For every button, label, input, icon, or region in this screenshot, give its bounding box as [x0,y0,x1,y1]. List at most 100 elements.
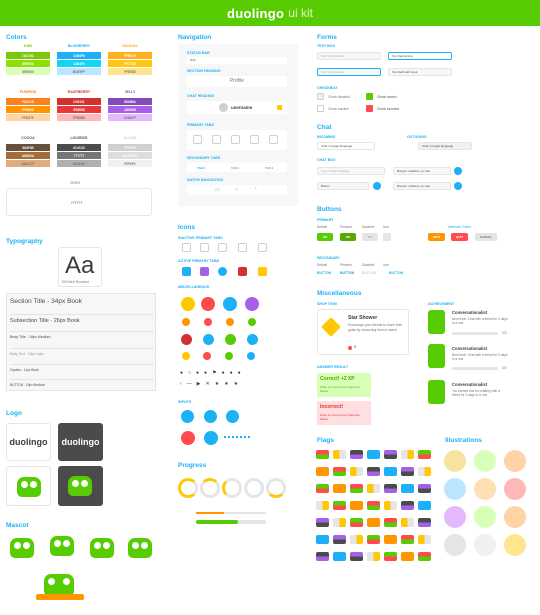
crown-icon [182,352,190,360]
color-swatch: D33131 [57,98,101,105]
flag-icon [418,501,431,510]
quit-button[interactable]: QUIT [451,233,468,241]
outgoing-label: OUTGOING [407,135,427,139]
folder-icon[interactable] [277,105,282,110]
alternate-label: Alternate Colors [448,225,471,229]
correct-text: Correct! +2 XP [320,376,355,382]
home-icon[interactable] [193,135,202,144]
store-icon[interactable] [250,135,259,144]
color-swatch: DEAC7F [6,160,50,167]
ok-button-default[interactable]: OK [317,233,333,241]
profile-icon-active [258,267,267,276]
mascot-banner [36,594,84,600]
logo-dark: duolingo [58,423,103,461]
flag-icon [316,501,329,510]
type-caption: Caption - 11px Book [10,364,154,372]
stop-record-icon[interactable] [181,431,195,445]
gem-badge-icon [223,297,237,311]
checkbox-correct[interactable] [366,93,373,100]
camera-icon[interactable] [204,410,217,423]
microphone-icon[interactable] [181,410,194,423]
chat-reply-input-2[interactable]: Bonjour madame, je vais [393,182,451,190]
color-swatch: FF9600 [6,106,50,113]
flag-icon [316,450,329,459]
progress-fill [196,512,224,514]
text-field-inactive[interactable]: Text field inactive [317,52,381,60]
send-icon[interactable] [454,182,462,190]
inputs-label: INPUTS [178,400,192,404]
secondary-button-disabled: BUTTON [362,271,377,275]
nav-menu-icon[interactable]: ▭ [215,187,220,193]
send-icon[interactable] [454,167,462,175]
chat-reply-input[interactable]: Bonjour madame, je vais [393,167,451,175]
tab-2[interactable]: TAB 2 [231,166,239,170]
nav-back-icon[interactable]: ‹ [255,186,257,192]
check-incorrect-label: Check incorrect [377,107,400,111]
owl-icon [68,476,92,496]
flag-icon [367,467,380,476]
misc-icons-label: MISCELLANEOUS [178,285,210,289]
speaker-icon[interactable] [226,410,239,423]
color-swatch: DDDDDD [108,152,152,159]
achievement-text-2: Next level: Chat with a friend for 5 day… [452,353,508,361]
state-disabled: Disabled [362,225,375,229]
secondary-button-default[interactable]: BUTTON [317,271,331,275]
chat-button-input[interactable]: Button [317,182,369,190]
outgoing-bubble: Chat in target language [418,142,472,150]
chat-title: Chat [317,124,332,131]
wait-button[interactable]: WAIT [428,233,445,241]
microphone-icon[interactable] [373,182,381,190]
flag-icon [367,518,380,527]
cancel-button[interactable]: CANCEL [475,233,497,241]
chat-message-input[interactable]: Type a chat message [317,167,385,175]
secondary-button-icon[interactable]: BUTTON [389,271,403,275]
achievement-text-3: You earned this for chatting with a frie… [452,389,500,397]
shop-item-count: 5 [354,345,356,349]
misc-title: Miscellaneous [317,290,362,297]
chat-icon[interactable] [212,135,221,144]
color-swatch: 4C4C4C [57,144,101,151]
checkbox-incorrect[interactable] [366,105,373,112]
flag-icon [367,552,380,561]
textbox-label: TEXT BOX [317,44,335,48]
color-swatch: 1CB0F6 [57,52,101,59]
owl-icon [17,477,41,497]
text-field-focused[interactable]: Text field focused [317,68,381,76]
send-icon[interactable] [204,431,218,445]
shield-icon[interactable] [231,135,240,144]
icon-button[interactable] [383,233,391,241]
color-swatch: 7AC70C [6,52,50,59]
tab-1[interactable]: TAB 1 [197,166,205,170]
nav-home-icon[interactable]: ○ [235,187,238,193]
shop-item-title: Star Shower [348,315,378,321]
font-sample-card: Aa DIN Next Rounded [58,247,102,287]
logo-light: duolingo [6,423,51,461]
flag-icon [401,518,414,527]
chat-heading: username [187,101,287,114]
illustration-icon [504,506,526,528]
text-field-active[interactable]: Text field active [388,52,452,60]
streak-icon [182,318,190,326]
profile-icon[interactable] [269,135,278,144]
flags-title: Flags [317,437,334,444]
status-bar-label: STATUS BAR [187,51,210,55]
achievement-count-1: 0/3 [502,331,507,335]
shop-item-card[interactable]: Star Shower Encourage your friends to re… [317,309,409,355]
store-icon-active [238,267,247,276]
flag-icon [350,501,363,510]
checkbox-disabled[interactable] [317,93,324,100]
secondary-button-pressed[interactable]: BUTTON [340,271,354,275]
incorrect-result: Incorrect! Write or record your response… [317,401,371,425]
state-default: Default [317,225,328,229]
section-heading-label: SECTION HEADING [187,69,221,73]
checkbox-inactive[interactable] [317,105,324,112]
mascot-owl-1 [10,538,34,558]
chat-username: username [231,105,253,110]
ok-button-pressed[interactable]: OK [340,233,356,241]
progress-title: Progress [178,462,207,469]
font-sample: Aa [65,252,95,279]
grid-value: FFFFFF [71,201,83,205]
tab-3[interactable]: TAB 3 [265,166,273,170]
type-scale: Section Title - 34px Book Subsection Tit… [6,293,156,391]
text-field-with-input[interactable]: Text field with input [388,68,452,76]
